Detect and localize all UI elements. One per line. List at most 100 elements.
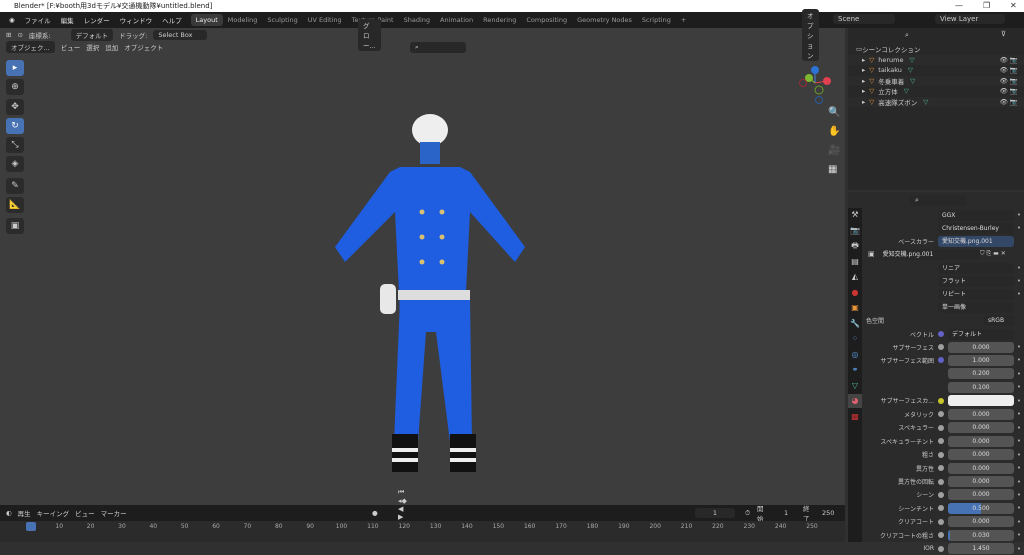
outliner-item[interactable]: ▸ ▽ 高速隊ズボン ▽ 👁 📷 <box>848 96 1024 107</box>
socket-icon[interactable] <box>938 451 944 458</box>
property-value-field[interactable]: 0.000 <box>948 489 1014 501</box>
image-actions[interactable]: ⛉ ⎘ ▬ ✕ <box>980 250 1024 258</box>
menu-object[interactable]: オブジェクト <box>124 42 163 52</box>
minimize-button[interactable]: — <box>955 0 963 12</box>
socket-icon[interactable] <box>938 518 944 525</box>
menu-edit[interactable]: 編集 <box>56 15 79 25</box>
property-value-field[interactable]: 0.000 <box>948 408 1014 420</box>
rotate-tool-icon[interactable]: ↻ <box>6 118 24 134</box>
navigation-gizmo[interactable] <box>795 58 835 108</box>
outliner-item[interactable]: ▸ ▽ 冬乗車着 ▽ 👁 📷 <box>848 75 1024 86</box>
outliner-item[interactable]: ▸ ▽ 立方体 ▽ 👁 📷 <box>848 86 1024 97</box>
image-name-field[interactable]: 愛知交機.png.001 <box>878 248 980 260</box>
close-button[interactable]: ✕ <box>1010 0 1017 12</box>
socket-icon[interactable] <box>938 532 944 539</box>
property-value-field[interactable]: 0.030 <box>948 529 1014 541</box>
cursor-tool-icon[interactable]: ⊕ <box>6 79 24 95</box>
select-tool-icon[interactable]: ▸ <box>6 60 24 76</box>
annotate-tool-icon[interactable]: ✎ <box>6 178 24 194</box>
source-dropdown[interactable]: 単一画像 <box>938 301 1014 313</box>
property-value-field[interactable]: 0.000 <box>948 341 1014 353</box>
render-tab-icon[interactable]: 📷 <box>848 224 862 238</box>
socket-icon[interactable] <box>938 478 944 485</box>
color-space-dropdown[interactable]: sRGB <box>984 314 1014 326</box>
property-value-field[interactable]: 0.500 <box>948 502 1014 514</box>
menu-keying[interactable]: キーイング <box>37 508 70 518</box>
tab-rendering[interactable]: Rendering <box>478 14 521 26</box>
tab-layout[interactable]: Layout <box>190 14 223 26</box>
menu-playback[interactable]: 再生 <box>18 508 31 518</box>
view-layer-tab-icon[interactable]: ▤ <box>848 255 862 269</box>
socket-icon[interactable] <box>938 411 944 418</box>
zoom-icon[interactable]: 🔍 <box>828 103 840 122</box>
tab-sculpting[interactable]: Sculpting <box>262 14 302 26</box>
pan-hand-icon[interactable]: ✋ <box>828 122 840 141</box>
property-value-field[interactable]: 0.000 <box>948 462 1014 474</box>
menu-select[interactable]: 選択 <box>86 42 99 52</box>
menu-window[interactable]: ウィンドウ <box>115 15 158 25</box>
image-icon[interactable]: ▣ <box>868 250 875 258</box>
menu-marker[interactable]: マーカー <box>101 508 127 518</box>
visibility-icon[interactable]: 👁 📷 <box>1000 66 1018 74</box>
scene-tab-icon[interactable]: ◭ <box>848 270 862 284</box>
properties-search-icon[interactable]: ⌕ <box>910 195 966 206</box>
interpolation-dropdown[interactable]: リニア <box>938 262 1014 274</box>
socket-icon[interactable] <box>938 545 944 552</box>
editor-type-icon[interactable]: ⊞ <box>6 31 11 39</box>
transform-tool-icon[interactable]: ◈ <box>6 156 24 172</box>
filter-icon[interactable]: ⊽ <box>1001 30 1006 38</box>
tab-uv-editing[interactable]: UV Editing <box>303 14 347 26</box>
visibility-icon[interactable]: 👁 📷 <box>1000 77 1018 85</box>
maximize-button[interactable]: ❐ <box>983 0 990 12</box>
start-frame-field[interactable]: 1 <box>784 509 788 517</box>
socket-icon[interactable] <box>938 505 944 512</box>
scene-collection-row[interactable]: ▭ シーンコレクション <box>848 44 1024 55</box>
playhead[interactable] <box>26 522 36 531</box>
menu-help[interactable]: ヘルプ <box>157 15 187 25</box>
modifier-tab-icon[interactable]: 🔧 <box>848 317 862 331</box>
3d-viewport[interactable]: ⊞ ⊙ 座標系: デフォルト ドラッグ: Select Box グロー... オ… <box>0 9 845 505</box>
viewport-search-icon[interactable]: ⌕ <box>410 41 466 53</box>
property-value-field[interactable]: 0.000 <box>948 476 1014 487</box>
outliner-item[interactable]: ▸ ▽ taikaku ▽ 👁 📷 <box>848 65 1024 76</box>
property-value-field[interactable] <box>948 395 1014 407</box>
orientation-dropdown[interactable]: デフォルト <box>70 29 114 41</box>
visibility-icon[interactable]: 👁 📷 <box>1000 87 1018 95</box>
tab-shading[interactable]: Shading <box>399 14 435 26</box>
mode-dropdown[interactable]: オブジェク... <box>6 41 55 53</box>
menu-view[interactable]: ビュー <box>61 42 81 52</box>
current-frame-field[interactable]: 1 <box>695 508 735 518</box>
property-value-field[interactable]: 1.450 <box>948 543 1014 555</box>
end-frame-field[interactable]: 250 <box>822 509 834 517</box>
property-value-field[interactable]: 0.100 <box>948 381 1014 393</box>
add-workspace-button[interactable]: + <box>676 14 691 26</box>
tab-animation[interactable]: Animation <box>435 14 478 26</box>
grid-icon[interactable]: ▦ <box>828 160 840 179</box>
transform-orientation-dropdown[interactable]: グロー... <box>358 19 381 51</box>
scene-selector[interactable]: Scene <box>833 14 895 24</box>
output-tab-icon[interactable]: 🖶 <box>848 239 862 253</box>
timeline-editor-icon[interactable]: ◐ <box>6 509 12 517</box>
property-value-field[interactable]: 1.000 <box>948 354 1014 366</box>
distribution-dropdown[interactable]: GGX <box>938 209 1014 221</box>
measure-tool-icon[interactable]: 📐 <box>6 197 24 213</box>
object-tab-icon[interactable]: ▣ <box>848 301 862 315</box>
tab-scripting[interactable]: Scripting <box>637 14 676 26</box>
property-value-field[interactable]: 0.200 <box>948 368 1014 380</box>
blender-logo-icon[interactable]: ◉ <box>4 16 20 24</box>
menu-file[interactable]: ファイル <box>20 15 56 25</box>
data-tab-icon[interactable]: ▽ <box>848 379 862 393</box>
physics-tab-icon[interactable]: ◎ <box>848 348 862 362</box>
property-value-field[interactable]: 0.000 <box>948 516 1014 528</box>
socket-icon[interactable] <box>938 397 944 404</box>
visibility-icon[interactable]: 👁 📷 <box>1000 98 1018 106</box>
socket-icon[interactable] <box>938 357 944 364</box>
camera-icon[interactable]: 🎥 <box>828 141 840 160</box>
menu-add[interactable]: 追加 <box>105 42 118 52</box>
property-value-field[interactable]: 0.000 <box>948 435 1014 447</box>
tab-compositing[interactable]: Compositing <box>521 14 572 26</box>
socket-icon[interactable] <box>938 465 944 472</box>
extension-dropdown[interactable]: リピート <box>938 288 1014 300</box>
visibility-icon[interactable]: 👁 📷 <box>1000 56 1018 64</box>
drag-dropdown[interactable]: Select Box <box>153 30 208 40</box>
